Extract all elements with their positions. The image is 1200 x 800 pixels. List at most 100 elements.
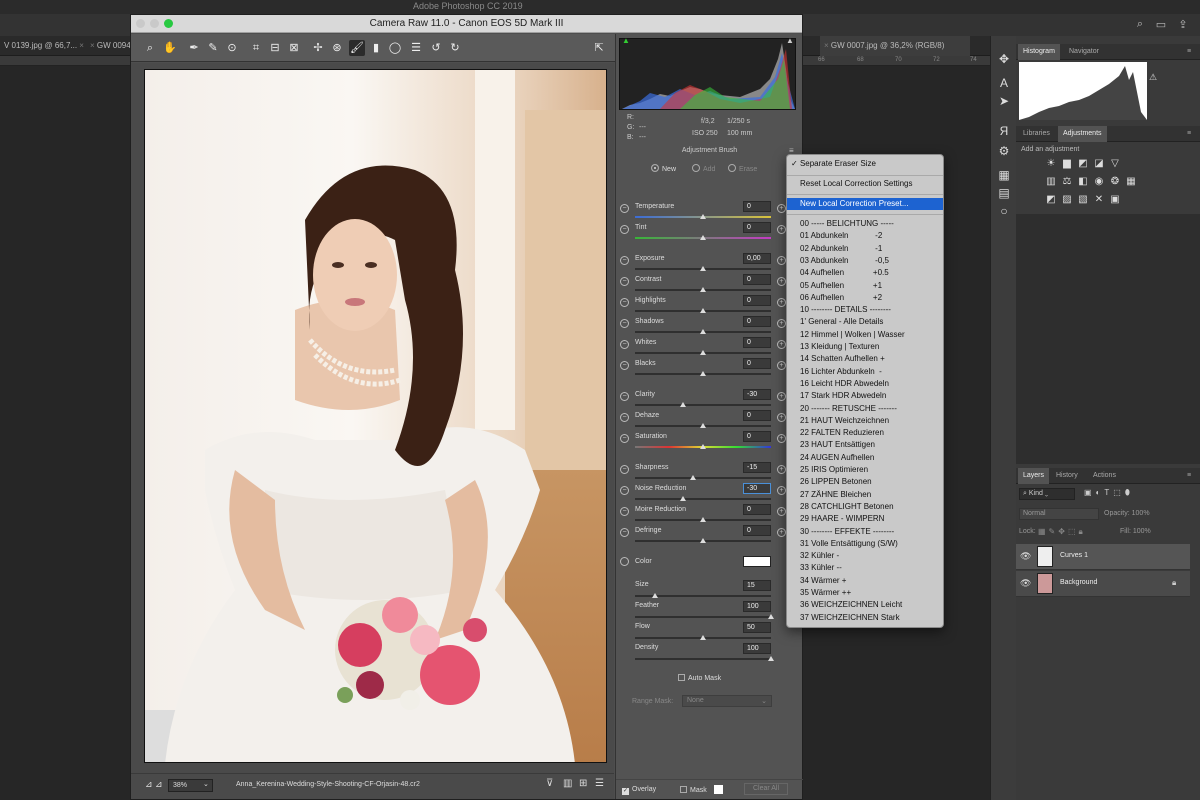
slider-thumb[interactable] <box>700 371 706 376</box>
photo-preview[interactable] <box>144 69 607 763</box>
menu-icon[interactable]: ≡ <box>1182 468 1196 484</box>
slider-whites[interactable]: − Whites 0 + <box>616 337 803 358</box>
plus-icon[interactable]: + <box>777 340 786 349</box>
tab-layers[interactable]: Layers <box>1018 468 1050 484</box>
overlay-checkbox[interactable]: ✓ Overlay <box>622 786 656 795</box>
channel-mixer-icon[interactable]: ❂ <box>1108 176 1122 188</box>
blend-mode-select[interactable]: Normal <box>1019 508 1099 520</box>
slider-value-input[interactable]: 0,00 <box>743 253 771 264</box>
minus-icon[interactable]: − <box>620 204 629 213</box>
doc-tab-active[interactable]: × GW 0007.jpg @ 36,2% (RGB/8) <box>820 36 970 56</box>
highlight-clip-icon[interactable]: ▲ <box>786 36 794 45</box>
slider-thumb[interactable] <box>700 517 706 522</box>
brush-size[interactable]: Size 15 <box>616 580 803 601</box>
mode-add[interactable]: Add <box>692 164 715 173</box>
slider-track[interactable] <box>635 498 771 500</box>
slider-value-input[interactable]: 0 <box>743 316 771 327</box>
menu-item-preset[interactable]: 16 Leicht HDR Abwedeln <box>787 378 943 390</box>
tab-navigator[interactable]: Navigator <box>1064 44 1104 60</box>
invert-icon[interactable]: ◩ <box>1044 194 1058 206</box>
menu-item-preset[interactable]: 21 HAUT Weichzeichnen <box>787 415 943 427</box>
minus-icon[interactable]: − <box>620 277 629 286</box>
rotate-right-icon[interactable]: ↻ <box>447 40 463 56</box>
minus-icon[interactable]: − <box>620 225 629 234</box>
type-tool-icon[interactable]: A <box>991 76 1017 90</box>
slider-thumb[interactable] <box>768 656 774 661</box>
crop-tool-icon[interactable]: ⌗ <box>248 40 264 56</box>
menu-item-preset[interactable]: 22 FALTEN Reduzieren <box>787 427 943 439</box>
hue-icon[interactable]: ▥ <box>1044 176 1058 188</box>
lookup-icon[interactable]: ▦ <box>1124 176 1138 188</box>
menu-item-preset[interactable]: 26 LIPPEN Betonen <box>787 476 943 488</box>
menu-item-preset[interactable]: 10 -------- DETAILS -------- <box>787 304 943 316</box>
auto-mask-checkbox[interactable]: Auto Mask <box>678 674 721 682</box>
tab-histogram[interactable]: Histogram <box>1018 44 1060 60</box>
slider-value-input[interactable]: -30 <box>743 483 771 494</box>
slider-thumb[interactable] <box>652 593 658 598</box>
fit-icon[interactable]: ⊿ <box>145 779 153 790</box>
straighten-tool-icon[interactable]: ⊟ <box>267 40 283 56</box>
kind-filter[interactable]: ⌕ Kind ⌄ <box>1019 488 1075 500</box>
slider-value-input[interactable]: 0 <box>743 525 771 536</box>
plus-icon[interactable]: + <box>777 486 786 495</box>
doc-tab[interactable]: V 0139.jpg @ 66,7... × <box>0 36 84 56</box>
slider-temperature[interactable]: − Temperature 0 + <box>616 201 803 222</box>
exposure-icon[interactable]: ◪ <box>1092 158 1106 170</box>
menu-item-preset[interactable]: 20 ------- RETUSCHE ------- <box>787 403 943 415</box>
slider-value-input[interactable]: 0 <box>743 410 771 421</box>
compare-icon[interactable]: ▥ <box>563 778 572 789</box>
spot-removal-icon[interactable]: ✢ <box>310 40 326 56</box>
preferences-icon[interactable]: ☰ <box>408 40 424 56</box>
opacity-value[interactable]: 100% <box>1132 510 1150 517</box>
minus-icon[interactable]: − <box>620 298 629 307</box>
slider-thumb[interactable] <box>700 308 706 313</box>
minus-icon[interactable]: − <box>620 486 629 495</box>
slider-thumb[interactable] <box>700 266 706 271</box>
slider-value-input[interactable]: 0 <box>743 201 771 212</box>
type-tool-icon[interactable]: Я <box>991 124 1017 138</box>
menu-icon[interactable]: ≡ <box>1182 44 1196 60</box>
layer-filter-icons[interactable]: ▣◐T⬚⬮ <box>1084 488 1134 498</box>
levels-icon[interactable]: ▆ <box>1060 158 1074 170</box>
menu-item-preset[interactable]: 29 HAARE - WIMPERN <box>787 513 943 525</box>
plus-icon[interactable]: + <box>777 277 786 286</box>
slider-track[interactable] <box>635 404 771 406</box>
menu-item-preset[interactable]: 28 CATCHLIGHT Betonen <box>787 501 943 513</box>
slider-value-input[interactable]: 0 <box>743 504 771 515</box>
slider-value-input[interactable]: 0 <box>743 274 771 285</box>
adjustment-brush-icon[interactable]: 🖌︎ <box>349 40 365 56</box>
slider-thumb[interactable] <box>700 214 706 219</box>
mode-erase[interactable]: Erase <box>728 164 757 173</box>
brush-value-input[interactable]: 50 <box>743 622 771 633</box>
slider-moire-reduction[interactable]: − Moire Reduction 0 + <box>616 504 803 525</box>
menu-item-preset[interactable]: 35 Wärmer ++ <box>787 587 943 599</box>
photo-filter-icon[interactable]: ◉ <box>1092 176 1106 188</box>
tab-libraries[interactable]: Libraries <box>1018 126 1055 142</box>
menu-item-preset[interactable]: 30 -------- EFFEKTE -------- <box>787 526 943 538</box>
slider-thumb[interactable] <box>700 444 706 449</box>
menu-item-preset[interactable]: 1' General - Alle Details <box>787 316 943 328</box>
menu-item-separate-eraser[interactable]: ✓ Separate Eraser Size <box>787 158 943 170</box>
menu-item-preset[interactable]: 33 Kühler -- <box>787 562 943 574</box>
slider-contrast[interactable]: − Contrast 0 + <box>616 274 803 295</box>
brush-value-input[interactable]: 15 <box>743 580 771 591</box>
menu-item-preset[interactable]: 13 Kleidung | Texturen <box>787 341 943 353</box>
toggle-icon[interactable]: ▤ <box>991 186 1017 200</box>
mask-checkbox[interactable]: Mask <box>680 786 707 794</box>
fullscreen-icon[interactable]: ⇱ <box>591 40 607 56</box>
minus-icon[interactable]: − <box>620 256 629 265</box>
slider-blacks[interactable]: − Blacks 0 + <box>616 358 803 379</box>
move-tool-icon[interactable]: ✥ <box>991 52 1017 66</box>
hand-tool-icon[interactable]: ✋ <box>162 40 178 56</box>
menu-item-preset[interactable]: 24 AUGEN Aufhellen <box>787 452 943 464</box>
minus-icon[interactable]: − <box>620 340 629 349</box>
menu-icon[interactable]: ≡ <box>1182 126 1196 142</box>
slider-thumb[interactable] <box>700 635 706 640</box>
slider-dehaze[interactable]: − Dehaze 0 + <box>616 410 803 431</box>
plus-icon[interactable]: + <box>777 392 786 401</box>
menu-item-preset[interactable]: 32 Kühler - <box>787 550 943 562</box>
slider-highlights[interactable]: − Highlights 0 + <box>616 295 803 316</box>
grid-icon[interactable]: ▦ <box>991 168 1017 182</box>
red-eye-icon[interactable]: ⊛ <box>329 40 345 56</box>
slider-thumb[interactable] <box>700 423 706 428</box>
